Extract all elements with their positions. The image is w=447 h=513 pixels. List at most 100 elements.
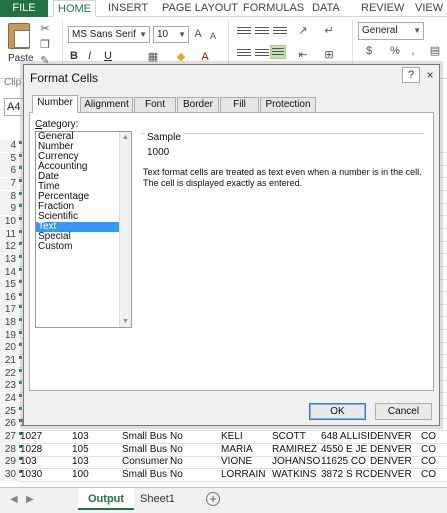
row-header[interactable]: 13 xyxy=(0,254,18,266)
table-cell[interactable]: Consumer xyxy=(122,456,170,468)
italic-button[interactable]: I xyxy=(88,50,91,62)
bold-button[interactable]: B xyxy=(70,50,78,62)
ok-button[interactable]: OK xyxy=(309,403,366,420)
table-cell[interactable]: 1027 xyxy=(20,431,68,443)
row-header[interactable]: 29 xyxy=(0,456,18,468)
row-header[interactable]: 24 xyxy=(0,393,18,405)
table-cell[interactable]: CO xyxy=(421,469,445,481)
category-list[interactable]: General Number Currency Accounting Date Time P… xyxy=(35,131,132,328)
decrease-font-icon[interactable]: A xyxy=(206,30,220,42)
tab-protection[interactable]: Protection xyxy=(260,97,316,112)
table-cell[interactable]: VIONE xyxy=(221,456,269,468)
table-cell[interactable]: DENVER xyxy=(370,444,418,456)
row-header[interactable]: 5 xyxy=(0,153,18,165)
merge-center-icon[interactable]: ⊞ xyxy=(322,49,336,61)
tab-insert[interactable]: INSERT xyxy=(108,0,148,17)
borders-icon[interactable]: ▦ xyxy=(146,51,160,63)
tab-view[interactable]: VIEW xyxy=(415,0,443,17)
tab-fill[interactable]: Fill xyxy=(220,97,259,112)
decrease-indent-icon[interactable]: ⇤ xyxy=(296,49,310,61)
number-format-select[interactable]: General ▼ xyxy=(358,22,424,40)
table-cell[interactable]: 100 xyxy=(72,469,120,481)
table-cell[interactable]: RAMIREZ xyxy=(272,444,320,456)
table-cell[interactable]: CO xyxy=(421,444,445,456)
next-sheet-icon[interactable]: ▶ xyxy=(26,494,34,505)
table-cell[interactable]: Small Bus xyxy=(122,469,170,481)
row-header[interactable]: 7 xyxy=(0,178,18,190)
table-cell[interactable]: 103 xyxy=(20,456,68,468)
row-header[interactable]: 9 xyxy=(0,203,18,215)
table-cell[interactable]: Small Bus xyxy=(122,444,170,456)
table-cell[interactable]: No xyxy=(170,456,218,468)
align-bottom-icon[interactable] xyxy=(272,25,288,39)
prev-sheet-icon[interactable]: ◀ xyxy=(10,494,18,505)
tab-review[interactable]: REVIEW xyxy=(361,0,404,17)
row-header[interactable]: 20 xyxy=(0,342,18,354)
table-cell[interactable]: No xyxy=(170,444,218,456)
row-header[interactable]: 8 xyxy=(0,191,18,203)
table-cell[interactable]: DENVER xyxy=(370,456,418,468)
align-top-icon[interactable] xyxy=(236,25,252,39)
table-cell[interactable]: 4550 E JE xyxy=(321,444,369,456)
tab-page-layout[interactable]: PAGE LAYOUT xyxy=(162,0,238,17)
category-scrollbar[interactable]: ▲ ▼ xyxy=(119,132,131,327)
help-icon[interactable]: ? xyxy=(402,67,420,83)
tab-file[interactable]: FILE xyxy=(0,0,48,17)
row-header[interactable]: 18 xyxy=(0,317,18,329)
font-name-select[interactable]: MS Sans Serif ▼ xyxy=(68,26,150,43)
paste-label[interactable]: Paste xyxy=(8,53,34,64)
tab-border[interactable]: Border xyxy=(177,97,219,112)
table-cell[interactable]: 1028 xyxy=(20,444,68,456)
table-cell[interactable]: 11625 CO xyxy=(321,456,369,468)
align-middle-icon[interactable] xyxy=(254,25,270,39)
underline-button[interactable]: U xyxy=(104,50,112,62)
table-cell[interactable]: LORRAIN xyxy=(221,469,269,481)
table-cell[interactable]: CO xyxy=(421,456,445,468)
cancel-button[interactable]: Cancel xyxy=(375,403,432,420)
percent-style-icon[interactable]: % xyxy=(388,45,402,57)
align-center-icon[interactable] xyxy=(254,47,270,61)
row-header[interactable]: 11 xyxy=(0,229,18,241)
row-header[interactable]: 25 xyxy=(0,406,18,418)
row-header[interactable]: 30 xyxy=(0,469,18,481)
sheet-tab-output[interactable]: Output xyxy=(78,488,135,510)
accounting-format-icon[interactable]: $ xyxy=(362,45,376,57)
table-cell[interactable]: MARIA xyxy=(221,444,269,456)
table-cell[interactable]: DENVER xyxy=(370,431,418,443)
row-header[interactable]: 26 xyxy=(0,418,18,430)
copy-icon[interactable]: ❐ xyxy=(38,39,52,51)
row-header[interactable]: 28 xyxy=(0,444,18,456)
row-header[interactable]: 16 xyxy=(0,292,18,304)
row-header[interactable]: 23 xyxy=(0,380,18,392)
paste-icon[interactable] xyxy=(8,23,30,49)
tab-font[interactable]: Font xyxy=(134,97,176,112)
font-color-icon[interactable]: A xyxy=(198,51,212,63)
tab-formulas[interactable]: FORMULAS xyxy=(243,0,304,17)
row-header[interactable]: 19 xyxy=(0,330,18,342)
row-header[interactable]: 15 xyxy=(0,279,18,291)
orientation-icon[interactable]: ↗ xyxy=(296,25,310,37)
comma-style-icon[interactable]: , xyxy=(406,45,420,57)
table-cell[interactable]: No xyxy=(170,431,218,443)
table-cell[interactable]: SCOTT xyxy=(272,431,320,443)
conditional-format-icon[interactable]: ▤ xyxy=(428,45,442,57)
table-cell[interactable]: 648 ALLISI xyxy=(321,431,369,443)
tab-data[interactable]: DATA xyxy=(312,0,340,17)
table-cell[interactable]: 105 xyxy=(72,444,120,456)
table-cell[interactable]: 1030 xyxy=(20,469,68,481)
add-sheet-button[interactable]: + xyxy=(206,492,220,506)
increase-font-icon[interactable]: A xyxy=(191,28,205,40)
scroll-up-icon[interactable]: ▲ xyxy=(120,132,131,143)
row-header[interactable]: 6 xyxy=(0,165,18,177)
category-item[interactable]: Custom xyxy=(36,242,131,252)
tab-alignment[interactable]: Alignment xyxy=(80,97,133,112)
table-cell[interactable]: 3872 S RC xyxy=(321,469,369,481)
wrap-text-icon[interactable]: ↵ xyxy=(322,25,336,37)
align-right-icon[interactable] xyxy=(270,45,286,59)
table-cell[interactable]: 103 xyxy=(72,456,120,468)
table-cell[interactable]: 103 xyxy=(72,431,120,443)
table-cell[interactable]: DENVER xyxy=(370,469,418,481)
tab-number[interactable]: Number xyxy=(32,95,78,113)
table-cell[interactable]: CO xyxy=(421,431,445,443)
row-header[interactable]: 10 xyxy=(0,216,18,228)
